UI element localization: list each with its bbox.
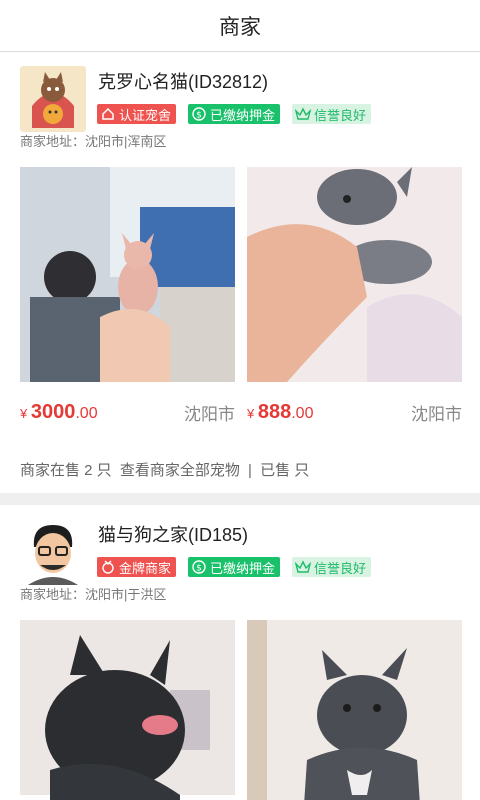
pet-price: ¥ 888.00	[247, 401, 313, 424]
merchant-address: 商家地址：沈阳市|于洪区	[20, 584, 462, 603]
pet-price-row[interactable]: ¥ 3000.00 沈阳市	[20, 400, 235, 425]
deposit-icon: $	[191, 106, 207, 122]
medal-icon	[100, 559, 116, 575]
sold-count: 已售 只	[260, 462, 310, 479]
pet-price-row[interactable]: ¥ 888.00 沈阳市	[247, 400, 462, 425]
on-sale-count: 商家在售 2 只	[20, 462, 112, 479]
price-integer: 3000	[30, 401, 76, 423]
address-label: 商家地址：	[20, 134, 86, 149]
merchant-card[interactable]: 克罗心名猫(ID32812) 认证宠舍 $ 已缴纳押金 信誉良好 商家地址：沈阳…	[0, 52, 480, 493]
badge-label: 信誉良好	[314, 107, 367, 123]
merchant-avatar	[20, 66, 86, 132]
deposit-icon: $	[191, 559, 207, 575]
svg-text:$: $	[196, 111, 202, 121]
crown-icon	[295, 106, 312, 122]
page-title: 商家	[219, 15, 261, 39]
merchant-address: 商家地址：沈阳市|浑南区	[20, 131, 462, 150]
stats-separator: |	[248, 462, 252, 479]
merchant-stats: 商家在售 2 只 查看商家全部宠物 | 已售 只	[20, 449, 462, 493]
app-header: 商家	[0, 0, 480, 52]
certified-kennel-badge: 认证宠舍	[97, 104, 177, 124]
price-decimal: .00	[75, 405, 98, 422]
badge-label: 认证宠舍	[119, 107, 172, 123]
crown-icon	[295, 559, 312, 575]
price-integer: 888	[257, 401, 292, 423]
deposit-paid-badge: $ 已缴纳押金	[188, 557, 281, 577]
good-reputation-badge: 信誉良好	[292, 104, 372, 124]
pet-photo[interactable]	[247, 167, 462, 382]
merchant-name[interactable]: 克罗心名猫(ID32812)	[98, 70, 462, 94]
view-all-pets-link[interactable]: 查看商家全部宠物	[120, 462, 240, 479]
pet-city: 沈阳市	[411, 405, 462, 424]
badge-label: 金牌商家	[119, 560, 172, 576]
merchant-card[interactable]: 猫与狗之家(ID185) 金牌商家 $ 已缴纳押金 信誉良好 商家地址：沈阳市|…	[0, 493, 480, 800]
address-value: 沈阳市|于洪区	[85, 587, 167, 602]
badge-label: 已缴纳押金	[210, 560, 276, 576]
badge-label: 已缴纳押金	[210, 107, 276, 123]
pet-price: ¥ 3000.00	[20, 401, 98, 424]
deposit-paid-badge: $ 已缴纳押金	[188, 104, 281, 124]
currency-symbol: ¥	[247, 406, 255, 421]
pet-photo[interactable]	[20, 620, 235, 800]
pet-photo[interactable]	[20, 167, 235, 382]
svg-text:$: $	[196, 564, 202, 574]
good-reputation-badge: 信誉良好	[292, 557, 372, 577]
address-label: 商家地址：	[20, 587, 86, 602]
badge-label: 信誉良好	[314, 560, 367, 576]
pet-city: 沈阳市	[184, 405, 235, 424]
currency-symbol: ¥	[20, 406, 28, 421]
address-value: 沈阳市|浑南区	[85, 134, 167, 149]
home-icon	[100, 106, 116, 122]
gold-merchant-badge: 金牌商家	[97, 557, 177, 577]
merchant-name[interactable]: 猫与狗之家(ID185)	[98, 523, 462, 547]
pet-photo[interactable]	[247, 620, 462, 800]
price-decimal: .00	[291, 405, 314, 422]
merchant-avatar	[20, 519, 86, 585]
